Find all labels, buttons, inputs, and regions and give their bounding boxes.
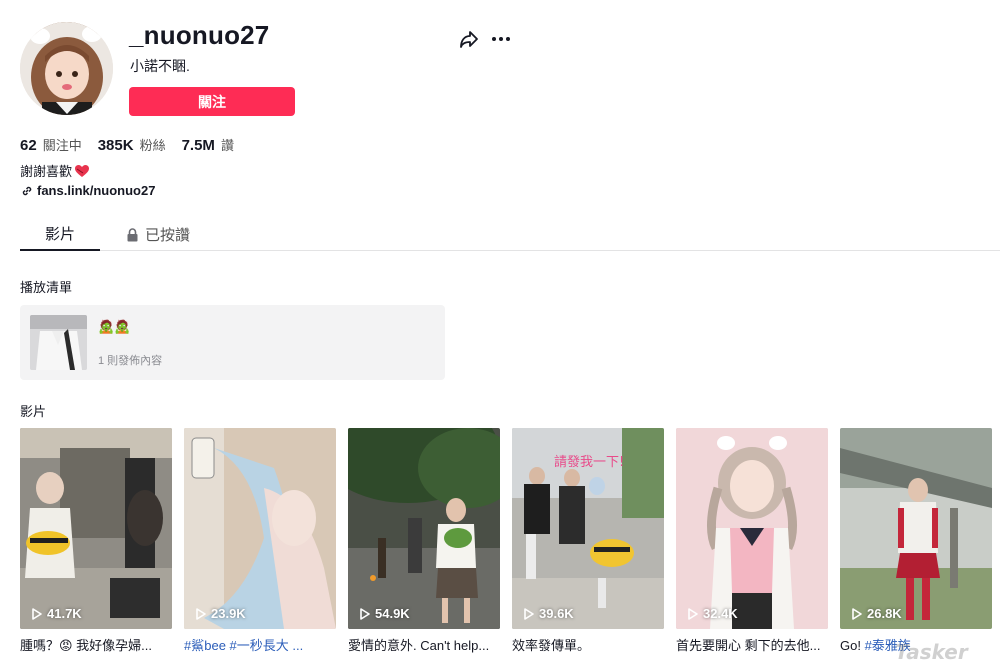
play-icon bbox=[688, 607, 698, 620]
bio: 謝謝喜歡 bbox=[20, 161, 90, 180]
video-thumbnail: 32.4K bbox=[676, 428, 828, 629]
view-count: 26.8K bbox=[852, 606, 902, 621]
video-thumbnail: 26.8K bbox=[840, 428, 992, 629]
playlist-count: 1 則發佈內容 bbox=[98, 355, 163, 367]
video-thumbnail: 23.9K bbox=[184, 428, 336, 629]
profile-tabs: 影片 已按讚 bbox=[20, 218, 1000, 251]
video-card[interactable]: 26.8K Go! #泰雅族 bbox=[840, 428, 992, 653]
video-grid: 41.7K 腫嗎？😡 我好像孕婦... 23.9K #鯊bee #一秒長大 ..… bbox=[20, 428, 1000, 658]
play-icon bbox=[524, 607, 534, 620]
video-caption: 腫嗎？😡 我好像孕婦... bbox=[20, 638, 152, 653]
watermark: Tasker bbox=[895, 640, 968, 664]
video-card[interactable]: 32.4K 首先要開心 剩下的去他... bbox=[676, 428, 828, 653]
avatar[interactable] bbox=[20, 22, 113, 115]
more-options-icon[interactable] bbox=[490, 28, 512, 50]
video-card[interactable]: 54.9K 愛情的意外. Can't help... bbox=[348, 428, 500, 653]
heart-icon bbox=[74, 164, 90, 178]
view-count: 39.6K bbox=[524, 606, 574, 621]
tab-liked-label: 已按讚 bbox=[145, 227, 191, 244]
username: _nuonuo27 bbox=[129, 20, 270, 50]
play-icon bbox=[852, 607, 862, 620]
playlist-card[interactable]: 🧟🧟 1 則發佈內容 bbox=[20, 305, 445, 380]
playlist-thumbnail bbox=[30, 315, 87, 370]
play-icon bbox=[360, 607, 370, 620]
stat-likes: 7.5M 讚 bbox=[182, 135, 234, 154]
stat-followers[interactable]: 385K 粉絲 bbox=[98, 135, 166, 154]
playlist-name: 🧟🧟 bbox=[98, 319, 131, 334]
video-thumbnail: 54.9K bbox=[348, 428, 500, 629]
view-count: 41.7K bbox=[32, 606, 82, 621]
bio-text: 謝謝喜歡 bbox=[20, 164, 73, 179]
video-card[interactable]: 41.7K 腫嗎？😡 我好像孕婦... bbox=[20, 428, 172, 653]
video-thumbnail: 41.7K bbox=[20, 428, 172, 629]
tab-liked[interactable]: 已按讚 bbox=[126, 218, 216, 251]
videos-section-title: 影片 bbox=[20, 404, 47, 419]
stat-value: 62 bbox=[20, 137, 37, 154]
video-caption: 首先要開心 剩下的去他... bbox=[676, 638, 821, 653]
video-caption: #鯊bee #一秒長大 ... bbox=[184, 635, 336, 653]
svg-text:請發我一下!: 請發我一下! bbox=[554, 455, 624, 470]
stat-label: 讚 bbox=[220, 138, 234, 153]
view-count: 32.4K bbox=[688, 606, 738, 621]
play-icon bbox=[32, 607, 42, 620]
link-icon bbox=[20, 184, 34, 198]
view-count-value: 32.4K bbox=[703, 606, 738, 621]
share-icon[interactable] bbox=[458, 28, 480, 50]
view-count-value: 39.6K bbox=[539, 606, 574, 621]
play-icon bbox=[196, 607, 206, 620]
profile-header: _nuonuo27 小諾不睏. 關注 bbox=[20, 18, 980, 118]
profile-link[interactable]: fans.link/nuonuo27 bbox=[20, 183, 155, 198]
video-caption: 效率發傳單。 bbox=[512, 638, 591, 653]
nickname: 小諾不睏. bbox=[130, 58, 190, 74]
stat-value: 385K bbox=[97, 137, 134, 154]
view-count-value: 54.9K bbox=[375, 606, 410, 621]
video-thumbnail: 請發我一下! 39.6K bbox=[512, 428, 664, 629]
stat-following[interactable]: 62 關注中 bbox=[20, 135, 82, 154]
video-card[interactable]: 請發我一下! 39.6K 效率發傳單。 bbox=[512, 428, 664, 653]
view-count-value: 26.8K bbox=[867, 606, 902, 621]
follow-button[interactable]: 關注 bbox=[129, 87, 295, 116]
lock-icon bbox=[126, 227, 139, 242]
video-caption-tags[interactable]: #鯊bee #一秒長大 ... bbox=[184, 638, 303, 653]
view-count: 23.9K bbox=[196, 606, 246, 621]
playlist-section-title: 播放清單 bbox=[20, 280, 73, 295]
tab-videos[interactable]: 影片 bbox=[20, 218, 100, 251]
view-count: 54.9K bbox=[360, 606, 410, 621]
stat-label: 關注中 bbox=[42, 138, 82, 153]
stat-value: 7.5M bbox=[181, 137, 215, 154]
view-count-value: 23.9K bbox=[211, 606, 246, 621]
link-text: fans.link/nuonuo27 bbox=[37, 183, 156, 198]
stat-label: 粉絲 bbox=[139, 138, 166, 153]
profile-stats: 62 關注中 385K 粉絲 7.5M 讚 bbox=[20, 135, 250, 154]
video-caption: 愛情的意外. Can't help... bbox=[348, 638, 490, 653]
video-caption-text: Go! bbox=[840, 638, 865, 653]
video-card[interactable]: 23.9K #鯊bee #一秒長大 ... bbox=[184, 428, 336, 653]
view-count-value: 41.7K bbox=[47, 606, 82, 621]
